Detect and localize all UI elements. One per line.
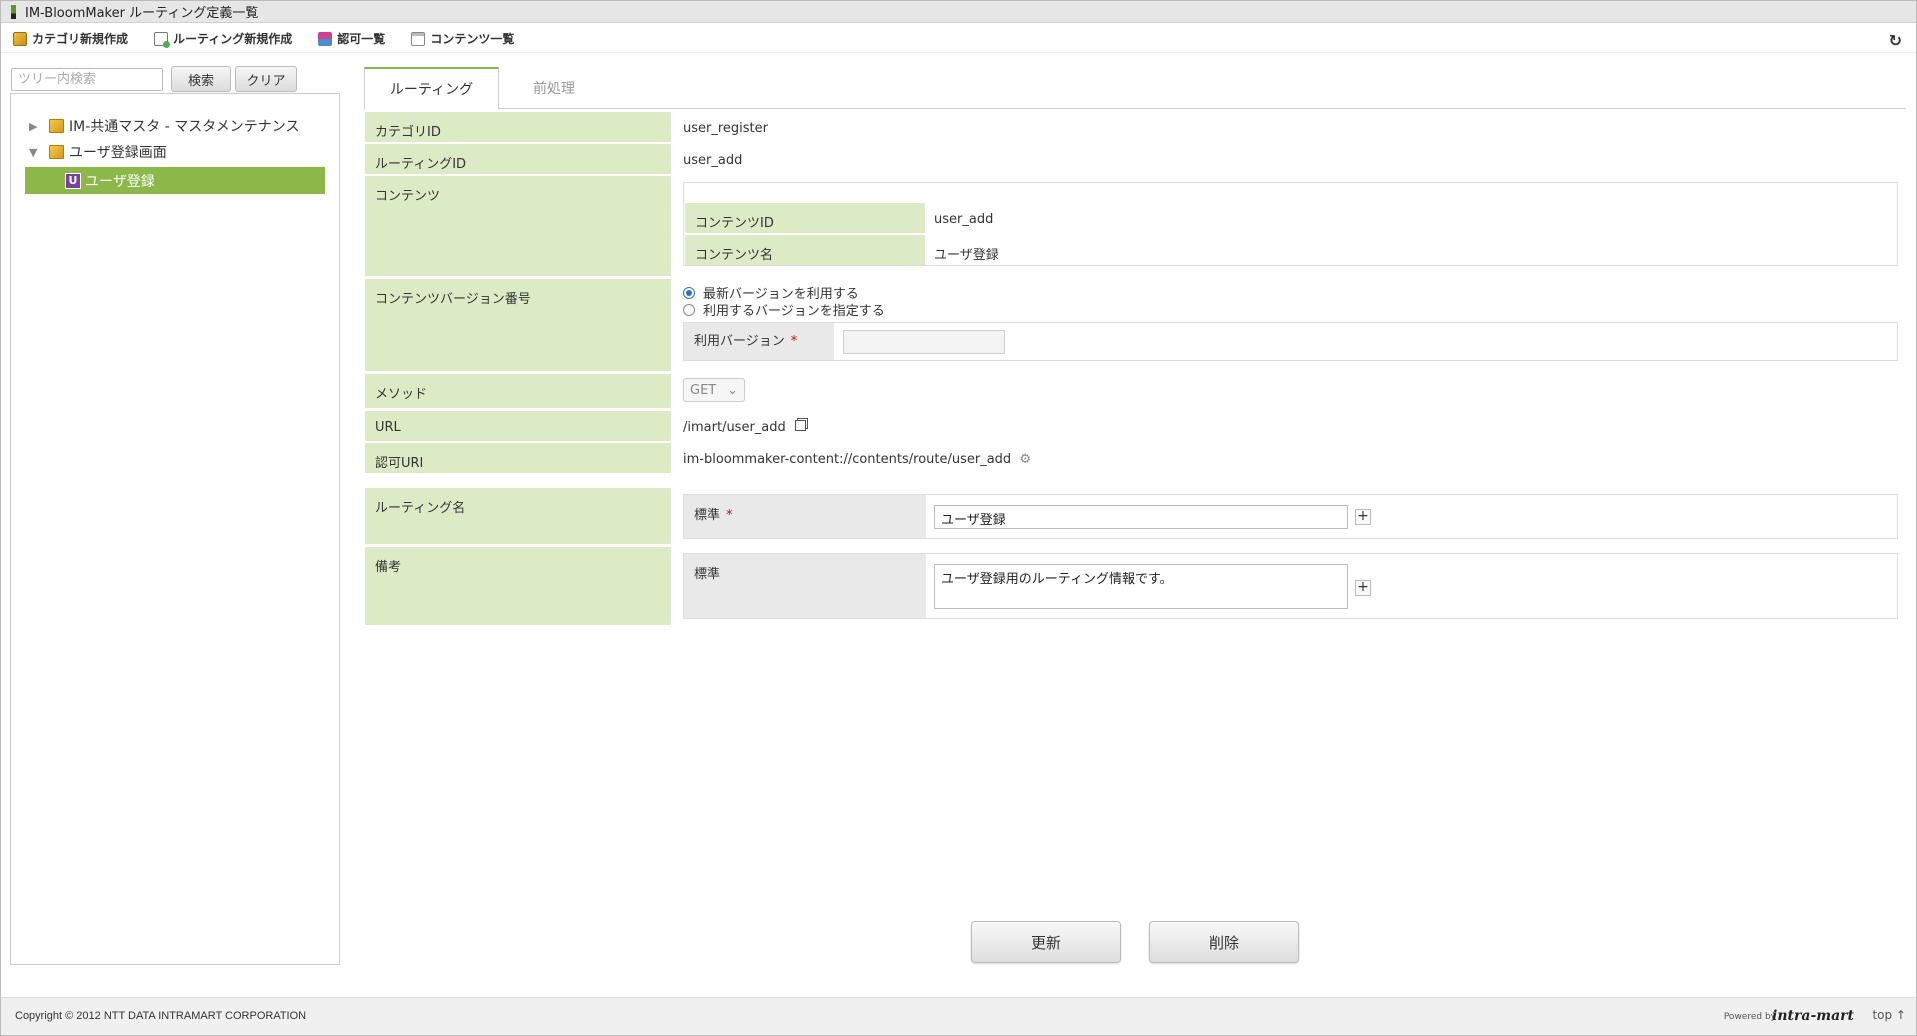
tree-leaf-label: ユーザ登録: [85, 173, 155, 190]
tab-routing[interactable]: ルーティング: [364, 67, 499, 110]
toolbar: カテゴリ新規作成 ルーティング新規作成 認可一覧 コンテンツ一覧: [1, 25, 1916, 53]
tree-node-common-master[interactable]: ▶ IM-共通マスタ - マスタメンテナンス: [29, 115, 300, 137]
tab-bar: ルーティング 前処理: [364, 67, 1906, 110]
app-icon: [11, 4, 16, 19]
tab-preprocess[interactable]: 前処理: [499, 67, 609, 109]
content-name-value: ユーザ登録: [934, 248, 999, 263]
category-id-label: カテゴリID: [365, 112, 671, 142]
folder-icon: [49, 119, 64, 133]
remarks-box: 標準 ユーザ登録用のルーティング情報です。 +: [683, 553, 1898, 619]
remarks-row: 備考 標準 ユーザ登録用のルーティング情報です。 +: [365, 547, 1906, 625]
user-routing-icon: U: [65, 172, 81, 189]
method-row: メソッド GET ⌄: [365, 374, 1906, 408]
routing-id-label: ルーティングID: [365, 144, 671, 174]
powered-by-text: Powered by: [1723, 1012, 1776, 1022]
authorization-list-label: 認可一覧: [337, 32, 386, 46]
auth-uri-value-cell: im-bloommaker-content://contents/route/u…: [683, 443, 1906, 473]
content-list-icon: [411, 31, 426, 46]
copy-icon[interactable]: [794, 420, 806, 431]
content-id-label: コンテンツID: [685, 203, 925, 233]
radio-specify-version[interactable]: 利用するバージョンを指定する: [683, 301, 885, 319]
chevron-down-icon: ⌄: [727, 382, 738, 398]
new-routing-button[interactable]: ルーティング新規作成: [154, 30, 293, 48]
auth-uri-value: im-bloommaker-content://contents/route/u…: [683, 452, 1012, 467]
routing-name-row: ルーティング名 標準 * ユーザ登録 +: [365, 488, 1906, 544]
content-list-button[interactable]: コンテンツ一覧: [411, 30, 514, 47]
radio-specify-label: 利用するバージョンを指定する: [703, 304, 885, 319]
content-label: コンテンツ: [365, 176, 671, 276]
content-detail-table: コンテンツID user_add コンテンツ名 ユーザ登録: [683, 182, 1898, 266]
window-title: IM-BloomMaker ルーティング定義一覧: [25, 6, 259, 21]
tree-search-button[interactable]: 検索: [171, 66, 231, 92]
radio-latest-button[interactable]: [683, 286, 695, 299]
required-mark: *: [726, 508, 733, 523]
refresh-icon[interactable]: ↻: [1889, 31, 1902, 50]
auth-uri-row: 認可URI im-bloommaker-content://contents/r…: [365, 443, 1906, 473]
copyright-text: Copyright © 2012 NTT DATA INTRAMART CORP…: [15, 1010, 307, 1022]
required-mark: *: [790, 334, 798, 349]
radio-specify-button[interactable]: [683, 303, 695, 316]
routing-id-value: user_add: [683, 153, 743, 168]
authorization-icon: [318, 31, 333, 46]
tree-clear-button[interactable]: クリア: [235, 66, 297, 92]
delete-button[interactable]: 削除: [1149, 921, 1299, 963]
add-locale-button[interactable]: +: [1355, 580, 1371, 596]
url-value: /imart/user_add: [683, 420, 786, 435]
content-id-value: user_add: [934, 212, 994, 227]
back-to-top-link[interactable]: top ↑: [1872, 1008, 1906, 1022]
category-folder-icon: [13, 31, 27, 46]
tree-panel: [10, 93, 340, 965]
content-version-label: コンテンツバージョン番号: [365, 279, 671, 371]
folder-icon: [49, 145, 64, 159]
url-label: URL: [365, 411, 671, 441]
method-label: メソッド: [365, 374, 671, 408]
new-category-button[interactable]: カテゴリ新規作成: [13, 30, 128, 47]
tree-node-label: ユーザ登録画面: [69, 145, 167, 161]
authorization-list-button[interactable]: 認可一覧: [318, 30, 385, 47]
new-routing-label: ルーティング新規作成: [173, 32, 293, 46]
use-version-label-text: 利用バージョン: [694, 334, 785, 349]
routing-name-input[interactable]: ユーザ登録: [934, 505, 1348, 529]
method-value-cell: GET ⌄: [683, 374, 1906, 408]
method-select[interactable]: GET ⌄: [683, 378, 745, 402]
tree-search-input[interactable]: [11, 68, 163, 91]
radio-latest-version[interactable]: 最新バージョンを利用する: [683, 284, 885, 302]
auth-uri-label: 認可URI: [365, 443, 671, 473]
window-titlebar: IM-BloomMaker ルーティング定義一覧: [1, 1, 1916, 23]
category-id-row: カテゴリID user_register: [365, 112, 1906, 142]
remarks-locale-label: 標準: [684, 554, 926, 618]
use-version-input[interactable]: [843, 330, 1005, 354]
intra-mart-logo: intra-mart: [1772, 1008, 1854, 1024]
expand-arrow-icon[interactable]: ▶: [29, 120, 43, 133]
content-name-label: コンテンツ名: [685, 235, 925, 265]
footer: Copyright © 2012 NTT DATA INTRAMART CORP…: [1, 997, 1916, 1035]
use-version-label: 利用バージョン *: [684, 323, 834, 360]
new-category-label: カテゴリ新規作成: [32, 32, 129, 46]
collapse-arrow-icon[interactable]: ▼: [29, 146, 43, 159]
update-button[interactable]: 更新: [971, 921, 1121, 963]
add-locale-button[interactable]: +: [1355, 509, 1371, 525]
url-row: URL /imart/user_add: [365, 411, 1906, 441]
new-routing-icon: [154, 31, 171, 48]
routing-name-box: 標準 * ユーザ登録 +: [683, 494, 1898, 539]
tree-node-user-registration-screen[interactable]: ▼ ユーザ登録画面: [29, 141, 167, 163]
routing-name-label: ルーティング名: [365, 488, 671, 544]
content-list-label: コンテンツ一覧: [430, 32, 515, 46]
remarks-textarea[interactable]: ユーザ登録用のルーティング情報です。: [934, 564, 1348, 609]
remarks-label: 備考: [365, 547, 671, 625]
routing-id-row: ルーティングID user_add: [365, 144, 1906, 174]
category-id-value: user_register: [683, 121, 768, 136]
routing-name-locale-text: 標準: [694, 508, 721, 523]
content-version-row: コンテンツバージョン番号 最新バージョンを利用する 利用するバージョンを指定する…: [365, 279, 1906, 371]
tree-leaf-user-registration[interactable]: U ユーザ登録: [25, 167, 325, 194]
tree-node-label: IM-共通マスタ - マスタメンテナンス: [69, 119, 300, 135]
url-value-cell: /imart/user_add: [683, 411, 1906, 441]
version-radio-group: 最新バージョンを利用する 利用するバージョンを指定する: [683, 284, 885, 319]
use-version-box: 利用バージョン *: [683, 322, 1898, 361]
content-row: コンテンツ コンテンツID user_add コンテンツ名 ユーザ登録: [365, 176, 1906, 276]
gear-icon[interactable]: ⚙: [1019, 452, 1031, 467]
routing-name-locale-label: 標準 *: [684, 495, 926, 538]
method-select-value: GET: [690, 382, 717, 398]
